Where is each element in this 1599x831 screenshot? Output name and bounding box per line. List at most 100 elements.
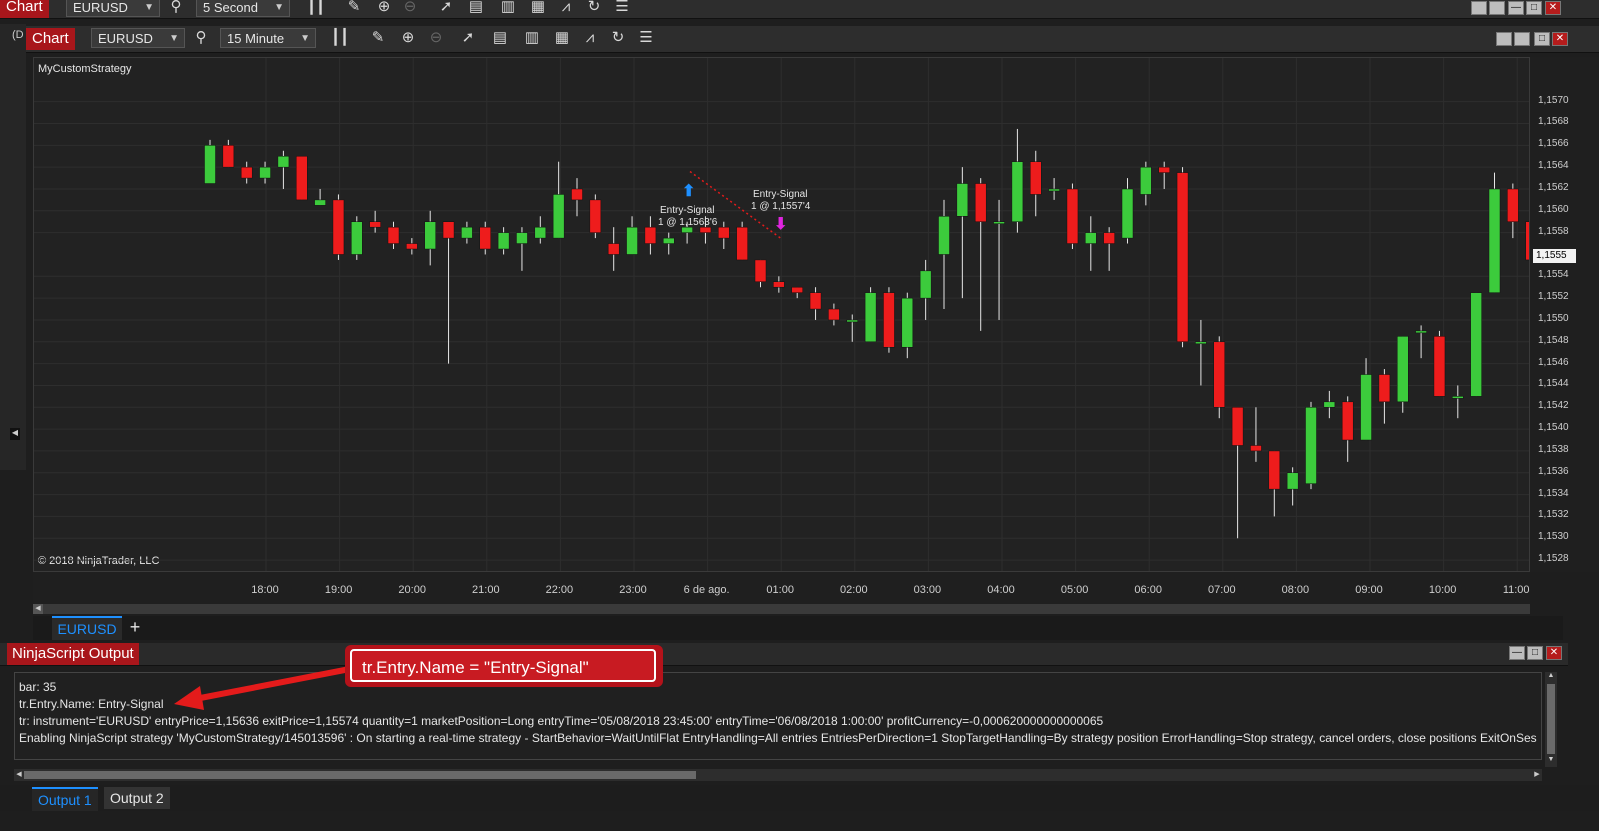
tab-eurusd[interactable]: EURUSD [52, 616, 122, 640]
scroll-left-button[interactable]: ◀ [33, 604, 43, 614]
tile-button[interactable] [1496, 32, 1512, 46]
candle-body[interactable] [993, 221, 1005, 224]
candle-body[interactable] [552, 194, 565, 239]
candle-body[interactable] [461, 226, 473, 239]
background-instrument-select[interactable]: EURUSD ▼ [66, 0, 160, 17]
price-chart[interactable] [34, 58, 1529, 571]
candle-body[interactable] [956, 183, 969, 217]
drawing-tools-icon[interactable]: ⩘ [556, 0, 576, 17]
candle-body[interactable] [1231, 407, 1244, 446]
candle-body[interactable] [497, 232, 510, 250]
candle-body[interactable] [1305, 407, 1317, 484]
chart-tab[interactable]: Chart [26, 28, 75, 50]
candle-body[interactable] [1525, 221, 1529, 261]
output-vertical-scrollbar[interactable]: ▲ ▼ [1545, 672, 1557, 767]
background-minimize-button[interactable]: — [1508, 1, 1524, 15]
candle-body[interactable] [516, 232, 528, 244]
scroll-down-button[interactable]: ▼ [1545, 756, 1557, 766]
candle-body[interactable] [571, 188, 583, 201]
background-tile-button[interactable] [1471, 1, 1487, 15]
background-tile-button-2[interactable] [1489, 1, 1505, 15]
candle-body[interactable] [222, 145, 235, 168]
close-button[interactable]: ✕ [1552, 32, 1568, 46]
candle-body[interactable] [1507, 188, 1519, 222]
properties-icon[interactable]: ▤ [466, 0, 486, 17]
indicators-icon[interactable]: ▦ [528, 0, 548, 17]
strategies-icon[interactable]: ▥ [522, 28, 542, 48]
candle-body[interactable] [479, 226, 491, 250]
candle-body[interactable] [1323, 401, 1336, 408]
tab-output-1[interactable]: Output 1 [32, 787, 98, 811]
candle-body[interactable] [644, 226, 657, 244]
list-icon[interactable]: ☰ [636, 28, 656, 48]
candle-body[interactable] [1066, 188, 1079, 244]
candle-body[interactable] [663, 237, 675, 244]
list-icon[interactable]: ☰ [612, 0, 632, 17]
cursor-icon[interactable]: ➚ [436, 0, 456, 17]
maximize-button[interactable]: □ [1534, 32, 1550, 46]
candle-body[interactable] [1268, 450, 1281, 490]
add-tab-button[interactable]: + [124, 616, 146, 638]
time-axis[interactable]: 18:00 19:00 20:00 21:00 22:00 23:00 6 de ago. 0… [33, 572, 1530, 604]
candle-body[interactable] [938, 216, 950, 255]
candle-body[interactable] [1085, 232, 1097, 244]
search-icon[interactable]: ⚲ [166, 0, 186, 17]
candle-body[interactable] [718, 226, 730, 239]
output-minimize-button[interactable]: — [1509, 646, 1525, 660]
zoom-out-icon[interactable]: ⊖ [400, 0, 420, 17]
bars-icon[interactable]: ┃┃ [306, 0, 326, 17]
candle-body[interactable] [406, 243, 418, 250]
candle-body[interactable] [1360, 374, 1372, 441]
background-interval-select[interactable]: 5 Second ▼ [196, 0, 290, 17]
scroll-right-button[interactable]: ▶ [1532, 769, 1542, 781]
scroll-up-button[interactable]: ▲ [1545, 672, 1557, 682]
candle-body[interactable] [1121, 188, 1134, 239]
chart-panel[interactable]: MyCustomStrategy © 2018 NinjaTrader, LLC… [33, 57, 1530, 572]
output-horizontal-scrollbar[interactable]: ◀ ▶ [14, 769, 1542, 781]
candle-body[interactable] [424, 221, 436, 250]
candle-body[interactable] [277, 155, 290, 168]
tab-output-2[interactable]: Output 2 [104, 787, 170, 809]
candle-body[interactable] [1176, 172, 1189, 343]
background-scroll-button[interactable]: ◀ [10, 428, 20, 440]
candle-body[interactable] [1378, 374, 1391, 403]
candle-body[interactable] [1488, 188, 1501, 293]
candle-body[interactable] [1433, 336, 1446, 397]
candle-body[interactable] [314, 199, 326, 206]
candle-body[interactable] [1103, 232, 1115, 244]
candle-body[interactable] [901, 297, 914, 348]
background-close-button[interactable]: ✕ [1545, 1, 1561, 15]
tile-button-2[interactable] [1514, 32, 1530, 46]
candle-body[interactable] [1286, 472, 1299, 490]
candle-body[interactable] [1470, 292, 1482, 397]
candle-body[interactable] [534, 226, 547, 239]
candle-body[interactable] [351, 221, 363, 255]
zoom-in-icon[interactable]: ⊕ [398, 28, 418, 48]
candle-body[interactable] [1397, 336, 1409, 403]
indicators-icon[interactable]: ▦ [552, 28, 572, 48]
interval-select[interactable]: 15 Minute ▼ [220, 28, 316, 48]
candle-body[interactable] [332, 199, 345, 255]
zoom-out-icon[interactable]: ⊖ [426, 28, 446, 48]
candle-body[interactable] [791, 286, 803, 293]
candle-body[interactable] [1452, 396, 1464, 399]
candle-body[interactable] [607, 243, 620, 255]
candle-body[interactable] [883, 292, 895, 348]
candle-body[interactable] [1030, 161, 1042, 195]
output-maximize-button[interactable]: □ [1527, 646, 1543, 660]
candle-body[interactable] [204, 145, 216, 184]
search-icon[interactable]: ⚲ [191, 28, 211, 48]
candle-body[interactable] [1213, 341, 1225, 408]
pencil-icon[interactable]: ✎ [344, 0, 364, 17]
candle-body[interactable] [1341, 401, 1354, 441]
candle-body[interactable] [1195, 341, 1207, 345]
candle-body[interactable] [589, 199, 602, 233]
candle-body[interactable] [1415, 330, 1427, 334]
output-close-button[interactable]: ✕ [1546, 646, 1562, 660]
candle-body[interactable] [1048, 188, 1060, 192]
candle-body[interactable] [864, 292, 877, 343]
candle-body[interactable] [773, 281, 785, 288]
pencil-icon[interactable]: ✎ [368, 28, 388, 48]
candle-body[interactable] [1011, 161, 1024, 222]
candle-body[interactable] [828, 308, 840, 321]
